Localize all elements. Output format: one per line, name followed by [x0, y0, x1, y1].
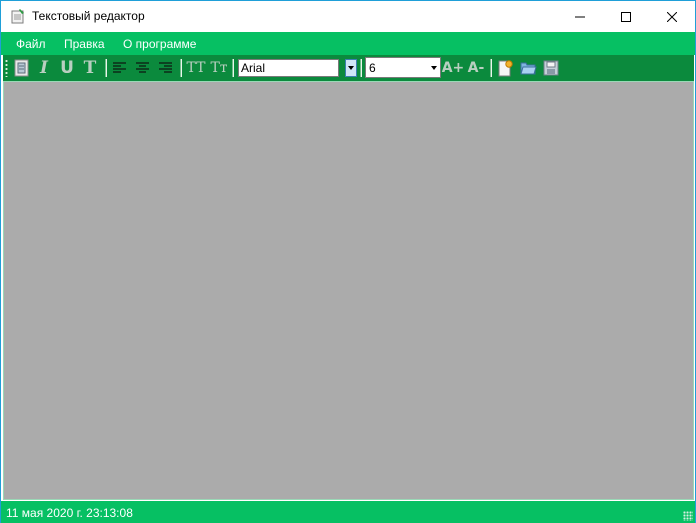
- toolbar-separator: [180, 59, 182, 77]
- open-folder-button[interactable]: [518, 58, 538, 78]
- toolbar-separator: [105, 59, 107, 77]
- minimize-button[interactable]: [557, 1, 603, 32]
- format-painter-button[interactable]: [12, 58, 32, 78]
- toolbar-separator: [232, 59, 234, 77]
- chevron-down-icon[interactable]: [431, 66, 437, 70]
- font-name-combobox[interactable]: Arial: [238, 59, 361, 77]
- menu-file[interactable]: Файл: [16, 37, 46, 51]
- toolbar: I U T TT Tт Arial 6 A+ A-: [3, 55, 694, 81]
- new-document-button[interactable]: [495, 58, 515, 78]
- titlecase-button[interactable]: Tт: [208, 58, 230, 78]
- menu-about[interactable]: О программе: [123, 37, 196, 51]
- align-center-icon: [136, 62, 149, 73]
- new-document-icon: [498, 59, 513, 76]
- format-painter-icon: [14, 59, 29, 77]
- app-window: Текстовый редактор Файл Правка О програм…: [0, 0, 696, 523]
- italic-button[interactable]: I: [35, 58, 53, 78]
- toolbar-separator: [490, 59, 492, 77]
- save-button[interactable]: [541, 58, 561, 78]
- align-right-button[interactable]: [157, 58, 175, 78]
- font-size-combobox[interactable]: 6: [365, 57, 441, 78]
- maximize-icon: [621, 11, 631, 22]
- menu-edit[interactable]: Правка: [64, 37, 105, 51]
- font-size-input[interactable]: 6: [369, 61, 376, 75]
- underline-button[interactable]: U: [58, 58, 76, 78]
- increase-font-icon: A+: [441, 60, 465, 76]
- maximize-button[interactable]: [603, 1, 649, 32]
- status-datetime: 11 мая 2020 г. 23:13:08: [6, 506, 133, 520]
- uppercase-icon: TT: [186, 60, 206, 76]
- save-icon: [543, 60, 559, 76]
- window-title: Текстовый редактор: [32, 9, 145, 23]
- chevron-down-icon: [348, 66, 354, 70]
- align-left-icon: [113, 62, 126, 73]
- decrease-font-button[interactable]: A-: [466, 58, 486, 78]
- close-button[interactable]: [649, 1, 695, 32]
- toolbar-grip[interactable]: [5, 59, 8, 77]
- title-bar[interactable]: Текстовый редактор: [1, 1, 695, 32]
- minimize-icon: [575, 16, 585, 17]
- underline-icon: U: [60, 57, 74, 78]
- strikethrough-button[interactable]: T: [81, 58, 99, 78]
- font-name-dropdown-button[interactable]: [345, 59, 357, 77]
- menu-bar: Файл Правка О программе: [1, 32, 695, 55]
- resize-grip-icon[interactable]: [683, 511, 693, 521]
- decrease-font-icon: A-: [467, 60, 485, 76]
- open-folder-icon: [519, 62, 537, 75]
- notepad-icon: [10, 8, 26, 24]
- close-icon: [667, 11, 677, 22]
- text-editor-area[interactable]: [3, 81, 694, 500]
- align-center-button[interactable]: [134, 58, 152, 78]
- align-left-button[interactable]: [111, 58, 129, 78]
- italic-icon: I: [40, 57, 48, 78]
- increase-font-button[interactable]: A+: [441, 58, 465, 78]
- uppercase-button[interactable]: TT: [185, 58, 207, 78]
- strikethrough-icon: T: [83, 57, 97, 78]
- font-name-input[interactable]: Arial: [238, 59, 339, 77]
- titlecase-icon: Tт: [210, 60, 228, 76]
- status-bar: 11 мая 2020 г. 23:13:08: [1, 501, 695, 523]
- align-right-icon: [159, 62, 172, 73]
- toolbar-separator: [360, 59, 362, 77]
